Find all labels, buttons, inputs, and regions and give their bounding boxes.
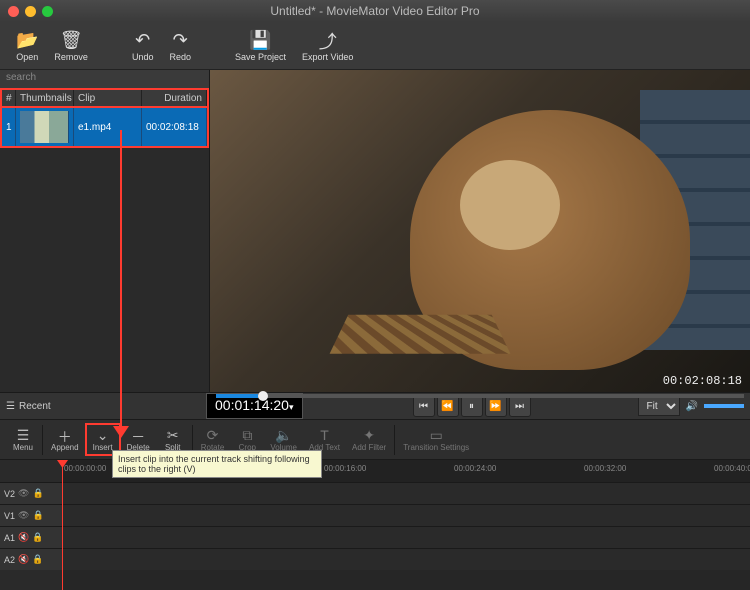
track-v2[interactable] [62,482,750,504]
undo-button[interactable]: ↶ Undo [124,28,162,64]
forward-button[interactable]: ⏩ [485,395,507,417]
speaker-icon: 🔈 [275,427,292,443]
trash-icon: 🗑 [60,30,83,52]
track-a2[interactable] [62,548,750,570]
lock-icon[interactable]: 🔒 [32,510,43,521]
track-a1[interactable] [62,526,750,548]
volume-slider[interactable] [704,404,744,408]
menu-icon: ☰ [17,427,30,443]
track-head-v1[interactable]: V1👁🔒 [0,504,62,526]
remove-button[interactable]: 🗑 Remove [46,28,96,64]
zoom-fit-select[interactable]: Fit [638,397,680,416]
export-icon: ⤴ [319,30,337,52]
save-icon: 💾 [249,30,271,52]
col-clip[interactable]: Clip [74,90,142,106]
add-filter-button[interactable]: ✦Add Filter [346,425,392,454]
play-pause-button[interactable]: ⏸ [461,395,483,417]
clip-row[interactable]: 1 e1.mp4 00:02:08:18 [0,108,209,148]
export-video-button[interactable]: ⤴ Export Video [294,28,361,64]
split-icon: ✂ [167,427,179,443]
search-input[interactable]: search [0,70,209,88]
lock-icon[interactable]: 🔒 [32,532,43,543]
preview-panel[interactable]: 00:02:08:18 [210,70,750,392]
filter-icon: ✦ [363,427,375,443]
mute-icon[interactable]: 🔇 [18,554,29,565]
recent-dropdown[interactable]: Recent [19,401,51,412]
eye-icon[interactable]: 👁 [18,488,29,499]
rewind-button[interactable]: ⏪ [437,395,459,417]
lock-icon[interactable]: 🔒 [32,554,43,565]
menu-button[interactable]: ☰Menu [6,425,40,454]
transition-icon: ▭ [430,427,443,443]
col-num[interactable]: # [2,90,16,106]
media-panel: search # Thumbnails Clip Duration 1 e1.m… [0,70,210,392]
open-button[interactable]: 📂 Open [8,28,46,64]
text-icon: T [320,427,329,443]
lock-icon[interactable]: 🔒 [32,488,43,499]
main-toolbar: 📂 Open 🗑 Remove ↶ Undo ↷ Redo 💾 Save Pro… [0,22,750,70]
track-head-a1[interactable]: A1🔇🔒 [0,526,62,548]
history-icon: ☰ [6,401,15,412]
timeline[interactable]: V2👁🔒 V1👁🔒 A1🔇🔒 A2🔇🔒 00:00:00:00 00:00:08… [0,460,750,590]
playhead[interactable] [62,460,63,590]
plus-icon: ＋ [58,427,72,443]
redo-icon: ↷ [173,30,188,52]
volume-icon[interactable]: 🔊 [686,401,698,412]
seek-bar[interactable] [216,394,744,398]
open-folder-icon: 📂 [16,30,38,52]
skip-start-button[interactable]: ⏮ [413,395,435,417]
track-head-v2[interactable]: V2👁🔒 [0,482,62,504]
preview-timestamp: 00:02:08:18 [663,374,742,388]
minus-icon: － [131,427,145,443]
col-duration[interactable]: Duration [142,90,207,106]
rotate-icon: ⟳ [207,427,219,443]
clip-table-header: # Thumbnails Clip Duration [0,88,209,108]
transition-button[interactable]: ▭Transition Settings [397,425,475,454]
insert-tooltip: Insert clip into the current track shift… [112,450,322,478]
append-button[interactable]: ＋Append [45,425,85,454]
preview-frame: 00:02:08:18 [210,70,750,392]
track-head-a2[interactable]: A2🔇🔒 [0,548,62,570]
annotation-arrow [120,130,122,430]
titlebar: Untitled* - MovieMator Video Editor Pro [0,0,750,22]
clip-thumbnail [20,111,69,143]
annotation-arrowhead [113,426,129,438]
undo-icon: ↶ [135,30,150,52]
window-title: Untitled* - MovieMator Video Editor Pro [0,4,750,18]
crop-icon: ⧉ [242,427,252,443]
skip-end-button[interactable]: ⏭ [509,395,531,417]
chevron-down-icon: ⌄ [97,427,109,443]
save-project-button[interactable]: 💾 Save Project [227,28,294,64]
eye-icon[interactable]: 👁 [18,510,29,521]
redo-button[interactable]: ↷ Redo [161,28,199,64]
mute-icon[interactable]: 🔇 [18,532,29,543]
track-v1[interactable] [62,504,750,526]
col-thumbnails[interactable]: Thumbnails [16,90,74,106]
